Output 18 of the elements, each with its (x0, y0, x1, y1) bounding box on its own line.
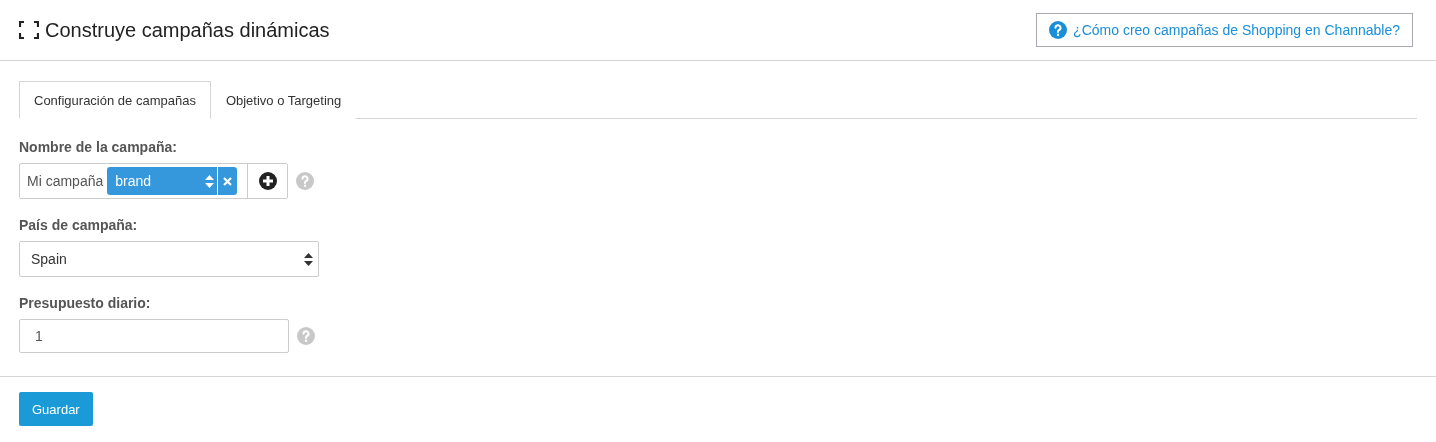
campaign-name-field[interactable]: Mi campaña brand (19, 163, 288, 199)
prefix-text: Mi campaña (26, 173, 105, 189)
help-icon (1049, 21, 1068, 39)
close-icon (223, 176, 233, 186)
tab[interactable]: Configuración de campañas (19, 81, 211, 119)
sort-caret-icon (304, 252, 313, 266)
field-label: País de campaña: (19, 217, 139, 233)
add-button[interactable] (247, 164, 287, 198)
field-label: Presupuesto diario: (19, 295, 152, 311)
field-label: Nombre de la campaña: (19, 139, 178, 155)
page-title: Construye campañas dinámicas (45, 18, 330, 42)
sort-caret-icon (205, 174, 215, 188)
remove-token-button[interactable] (217, 167, 238, 195)
plus-circle-icon (258, 172, 277, 190)
budget-input[interactable]: 1 (19, 319, 289, 353)
country-select[interactable]: Spain (19, 241, 319, 277)
help-link[interactable]: ¿Cómo creo campañas de Shopping en Channable? (1036, 13, 1413, 47)
expand-icon (19, 21, 39, 39)
